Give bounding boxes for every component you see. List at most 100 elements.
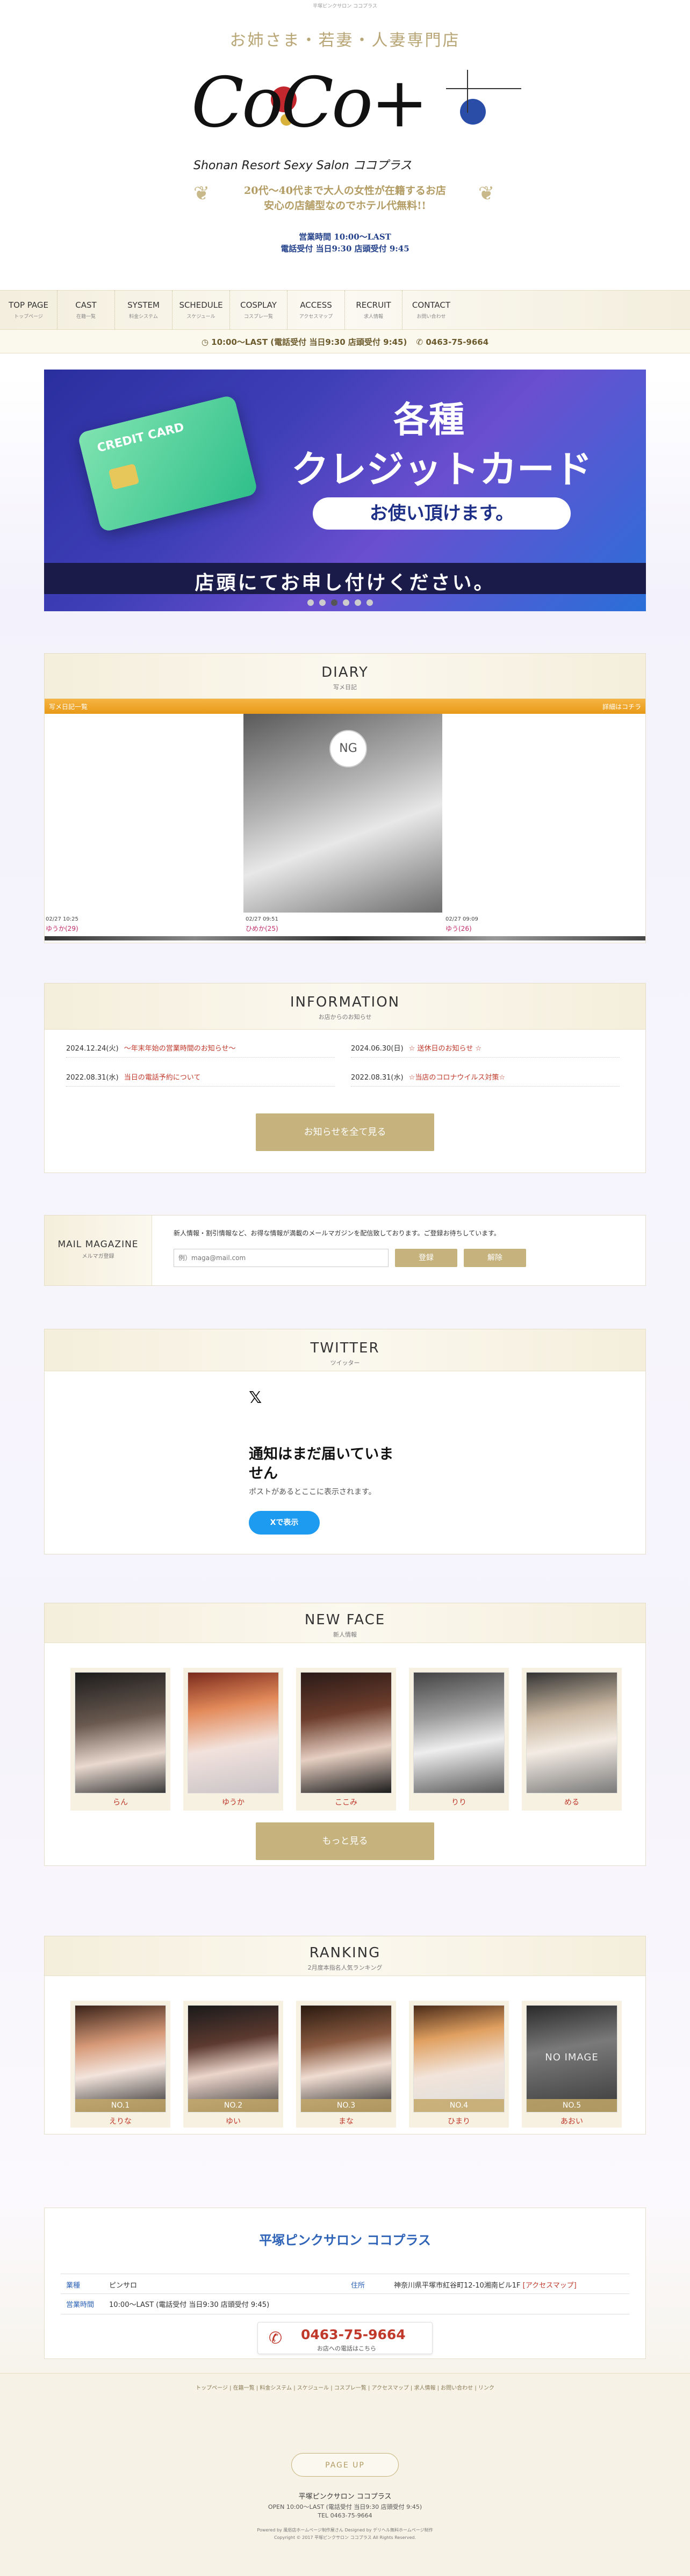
nav-schedule[interactable]: SCHEDULE スケジュール	[172, 291, 230, 329]
all-info-button[interactable]: お知らせを全て見る	[256, 1113, 434, 1151]
rank-badge: NO.2	[188, 2099, 278, 2112]
logo-subtitle: Shonan Resort Sexy Salon ココプラス	[193, 159, 412, 172]
slider-dot-active[interactable]	[331, 599, 337, 606]
diary-entry-2-name[interactable]: ひめか(25)	[246, 924, 278, 933]
info-item[interactable]: 2024.12.24(火) ～年末年始の営業時間のお知らせ～	[66, 1043, 335, 1058]
info-phone[interactable]: 0463-75-9664	[426, 337, 488, 347]
footer-tel[interactable]: TEL 0463-75-9664	[0, 2512, 690, 2519]
nav-access-label: ACCESS	[300, 300, 332, 310]
access-map-link[interactable]: [アクセスマップ]	[523, 2282, 577, 2290]
cast-name[interactable]: りり	[409, 1797, 509, 1807]
info-item-date: 2024.12.24(火)	[66, 1045, 119, 1053]
cast-photo[interactable]	[75, 1672, 166, 1793]
nav-schedule-label: SCHEDULE	[179, 300, 223, 310]
info-item-date: 2022.08.31(水)	[351, 1074, 404, 1082]
cast-photo[interactable]	[413, 1672, 505, 1793]
ranking-card[interactable]: NO.1 えりな	[70, 2001, 170, 2128]
view-on-x-button[interactable]: Xで表示	[249, 1511, 320, 1535]
header-tagline: お姉さま・若妻・人妻専門店	[229, 31, 461, 50]
cast-name[interactable]: あおい	[522, 2116, 622, 2126]
nav-system[interactable]: SYSTEM 料金システム	[115, 291, 172, 329]
ranking-card[interactable]: NO.4 ひまり	[409, 2001, 509, 2128]
newface-card[interactable]: らん	[70, 1668, 170, 1811]
global-nav: TOP PAGE トップページ CAST 在籍一覧 SYSTEM 料金システム SCH…	[0, 290, 690, 330]
nav-top[interactable]: TOP PAGE トップページ	[0, 291, 58, 329]
header-desc-2: 安心の店舗型なのでホテル代無料!!	[264, 200, 426, 212]
slider-dots[interactable]	[307, 599, 383, 607]
shop-area-label: 住所	[351, 2282, 365, 2290]
cast-name[interactable]: らん	[70, 1797, 170, 1807]
ranking-card[interactable]: NO.3 まな	[296, 2001, 396, 2128]
nav-schedule-sublabel: スケジュール	[186, 314, 215, 320]
cast-name[interactable]: める	[522, 1797, 622, 1807]
mail-magazine-section: MAIL MAGAZINE メルマガ登録 新人情報・割引情報など、お得な情報が満…	[44, 1215, 646, 1286]
slider-dot[interactable]	[366, 599, 373, 606]
nav-recruit[interactable]: RECRUIT 求人情報	[345, 291, 402, 329]
nav-contact-label: CONTACT	[412, 300, 451, 310]
cast-name[interactable]: ゆい	[183, 2116, 283, 2126]
newface-card[interactable]: りり	[409, 1668, 509, 1811]
rank-badge: NO.4	[414, 2099, 504, 2112]
diary-strip	[45, 936, 645, 940]
cast-photo[interactable]	[526, 1672, 617, 1793]
header-desc-1: 20代～40代まで大人の女性が在籍するお店	[244, 185, 446, 197]
slider-dot[interactable]	[355, 599, 361, 606]
cast-photo[interactable]: NO.3	[300, 2005, 392, 2112]
nav-cast-sublabel: 在籍一覧	[76, 314, 96, 320]
cast-photo[interactable]: NO.4	[413, 2005, 505, 2112]
diary-entry-1-name[interactable]: ゆうか(29)	[46, 924, 78, 933]
nav-cosplay-sublabel: コスプレ一覧	[243, 314, 273, 320]
cast-photo[interactable]	[188, 1672, 279, 1793]
shop-hours-label: 営業時間	[66, 2301, 95, 2309]
credit-card-image: CREDIT CARD	[77, 394, 258, 533]
info-item-title[interactable]: 当日の電話予約について	[124, 1074, 201, 1082]
info-item-title[interactable]: ～年末年始の営業時間のお知らせ～	[124, 1045, 236, 1053]
info-item-title[interactable]: ☆当店のコロナウイルス対策☆	[409, 1074, 505, 1082]
cast-name[interactable]: ひまり	[409, 2116, 509, 2126]
diary-list-link[interactable]: 写メ日記一覧	[49, 702, 88, 711]
ranking-card[interactable]: NO IMAGE NO.5 あおい	[522, 2001, 622, 2128]
slider-dot[interactable]	[307, 599, 314, 606]
ranking-card[interactable]: NO.2 ゆい	[183, 2001, 283, 2128]
newface-card[interactable]: ゆうか	[183, 1668, 283, 1811]
cast-name[interactable]: ゆうか	[183, 1797, 283, 1807]
diary-detail-link[interactable]: 詳細はコチラ	[602, 702, 641, 711]
nav-cosplay[interactable]: COSPLAY コスプレ一覧	[230, 291, 288, 329]
mail-register-button[interactable]: 登録	[395, 1249, 457, 1267]
newface-card[interactable]: める	[522, 1668, 622, 1811]
phone-call-button[interactable]: ✆ 0463-75-9664 お店への電話はこちら	[257, 2322, 433, 2354]
cast-name[interactable]: まな	[296, 2116, 396, 2126]
nav-contact[interactable]: CONTACT お問い合わせ	[402, 291, 460, 329]
footer-powered[interactable]: Powered by 風俗店ホームページ制作屋さん Designed by デリ…	[0, 2527, 690, 2533]
cast-photo[interactable]: NO.2	[188, 2005, 279, 2112]
promo-banner[interactable]: CREDIT CARD 各種 クレジットカード お使い頂けます。 店頭にてお申し…	[44, 370, 646, 611]
nav-access[interactable]: ACCESS アクセスマップ	[288, 291, 345, 329]
cast-name[interactable]: ここみ	[296, 1797, 396, 1807]
top-caption: 平塚ピンクサロン ココプラス	[313, 4, 377, 9]
info-item[interactable]: 2024.06.30(日) ☆ 送休日のお知らせ ☆	[351, 1043, 620, 1058]
diary-entry-3-name[interactable]: ゆう(26)	[445, 924, 472, 933]
info-item[interactable]: 2022.08.31(水) ☆当店のコロナウイルス対策☆	[351, 1072, 620, 1087]
page-up-button[interactable]: PAGE UP	[291, 2453, 399, 2477]
info-item-title[interactable]: ☆ 送休日のお知らせ ☆	[409, 1045, 481, 1053]
card-chip	[108, 463, 140, 490]
cast-name[interactable]: えりな	[70, 2116, 170, 2126]
more-newface-button[interactable]: もっと見る	[256, 1822, 434, 1860]
information-header: INFORMATION お店からのお知らせ	[45, 983, 645, 1030]
cast-photo[interactable]: NO IMAGE NO.5	[526, 2005, 617, 2112]
footer-links[interactable]: トップページ | 在籍一覧 | 料金システム | スケジュール | コスプレ一覧…	[0, 2383, 690, 2391]
info-item[interactable]: 2022.08.31(水) 当日の電話予約について	[66, 1072, 335, 1087]
cast-photo[interactable]	[300, 1672, 392, 1793]
nav-system-sublabel: 料金システム	[129, 314, 158, 320]
mail-cancel-button[interactable]: 解除	[464, 1249, 526, 1267]
newface-card[interactable]: ここみ	[296, 1668, 396, 1811]
diary-photo[interactable]: NG	[243, 714, 442, 913]
nav-cast[interactable]: CAST 在籍一覧	[58, 291, 115, 329]
mail-email-input[interactable]	[174, 1249, 389, 1267]
slider-dot[interactable]	[319, 599, 326, 606]
ranking-header: RANKING 2月度本指名人気ランキング	[45, 1936, 645, 1976]
site-logo[interactable]: CoCo+	[188, 66, 521, 145]
header-hours-1: 営業時間 10:00～LAST	[299, 232, 391, 242]
slider-dot[interactable]	[343, 599, 349, 606]
cast-photo[interactable]: NO.1	[75, 2005, 166, 2112]
